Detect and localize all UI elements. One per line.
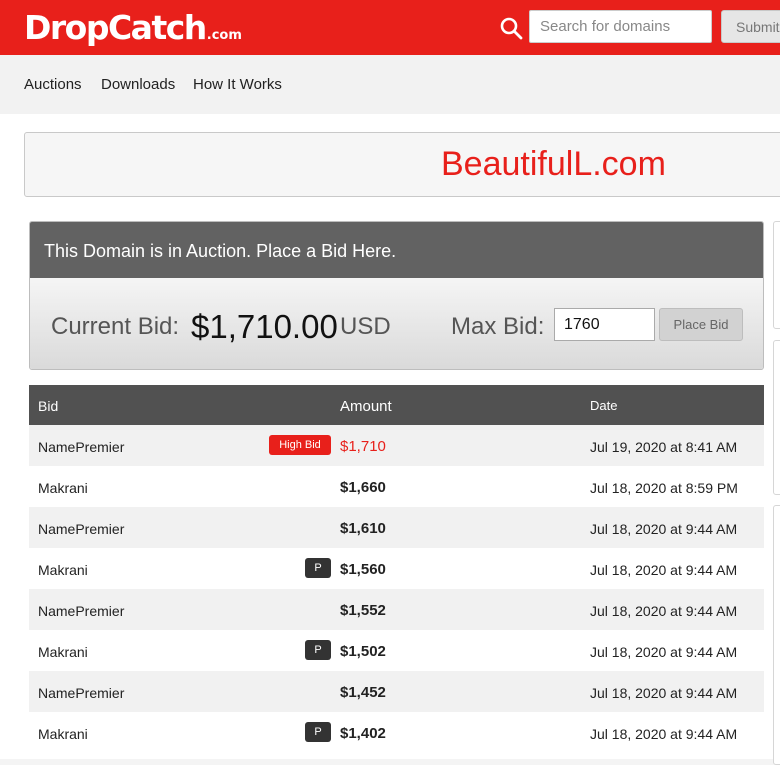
bidder-name: Makrani bbox=[38, 726, 88, 742]
proxy-bid-badge: P bbox=[305, 558, 331, 578]
bidder-name: Makrani bbox=[38, 480, 88, 496]
bid-date: Jul 18, 2020 at 9:44 AM bbox=[590, 726, 738, 742]
auction-header: This Domain is in Auction. Place a Bid H… bbox=[30, 222, 763, 278]
max-bid-input[interactable] bbox=[554, 308, 655, 341]
bid-date: Jul 18, 2020 at 9:44 AM bbox=[590, 644, 738, 660]
table-row: NamePremier High Bid $1,710 Jul 19, 2020 at… bbox=[29, 425, 764, 466]
bid-amount: $1,710 bbox=[340, 438, 386, 455]
dropcatch-logo[interactable]: DropCatch.com bbox=[24, 8, 242, 47]
search-submit-button[interactable]: Submit bbox=[721, 10, 780, 43]
table-header: Bid Amount Date bbox=[29, 385, 764, 425]
table-row: NamePremier $1,452 Jul 18, 2020 at 9:44 AM bbox=[29, 671, 764, 712]
bidder-name: Makrani bbox=[38, 562, 88, 578]
current-bid-label: Current Bid: bbox=[51, 313, 180, 340]
currency-label: USD bbox=[340, 313, 391, 340]
bidder-name: NamePremier bbox=[38, 685, 125, 701]
bid-amount: $1,402 bbox=[340, 725, 386, 742]
bid-amount: $1,452 bbox=[340, 684, 386, 701]
search-input[interactable] bbox=[529, 10, 712, 43]
main-nav: Auctions Downloads How It Works bbox=[0, 55, 780, 114]
domain-name: BeautifulL.com bbox=[441, 145, 666, 183]
sidebar-panel bbox=[773, 221, 780, 329]
nav-how-it-works-link[interactable]: How It Works bbox=[193, 76, 282, 93]
bid-amount: $1,660 bbox=[340, 479, 386, 496]
nav-auctions-link[interactable]: Auctions bbox=[24, 76, 82, 93]
proxy-bid-badge: P bbox=[305, 722, 331, 742]
bid-date: Jul 18, 2020 at 8:59 PM bbox=[590, 480, 738, 496]
column-header-bid[interactable]: Bid bbox=[38, 398, 58, 414]
bid-amount: $1,560 bbox=[340, 561, 386, 578]
bid-history-table: Bid Amount Date NamePremier High Bid $1,71… bbox=[29, 385, 764, 753]
bid-amount: $1,610 bbox=[340, 520, 386, 537]
top-header: DropCatch.com Submit bbox=[0, 0, 780, 55]
place-bid-button[interactable]: Place Bid bbox=[659, 308, 743, 341]
bid-date: Jul 19, 2020 at 8:41 AM bbox=[590, 439, 738, 455]
auction-bid-area: Current Bid: $1,710.00 USD Max Bid: Plac… bbox=[30, 278, 763, 369]
column-header-amount[interactable]: Amount bbox=[340, 398, 392, 415]
search-icon[interactable] bbox=[499, 16, 523, 40]
bid-date: Jul 18, 2020 at 9:44 AM bbox=[590, 562, 738, 578]
table-row: Makrani P $1,560 Jul 18, 2020 at 9:44 AM bbox=[29, 548, 764, 589]
bidder-name: Makrani bbox=[38, 644, 88, 660]
bidder-name: NamePremier bbox=[38, 521, 125, 537]
logo-suffix: .com bbox=[206, 28, 242, 43]
high-bid-badge: High Bid bbox=[269, 435, 331, 455]
sidebar-panel bbox=[773, 340, 780, 495]
column-header-date[interactable]: Date bbox=[590, 398, 617, 413]
bid-date: Jul 18, 2020 at 9:44 AM bbox=[590, 521, 738, 537]
sidebar-panel bbox=[773, 505, 780, 765]
table-body: NamePremier High Bid $1,710 Jul 19, 2020 at… bbox=[29, 425, 764, 753]
domain-banner bbox=[24, 132, 780, 197]
nav-downloads-link[interactable]: Downloads bbox=[101, 76, 175, 93]
table-row: Makrani P $1,402 Jul 18, 2020 at 9:44 AM bbox=[29, 712, 764, 753]
table-row: Makrani $1,660 Jul 18, 2020 at 8:59 PM bbox=[29, 466, 764, 507]
table-row: Makrani P $1,502 Jul 18, 2020 at 9:44 AM bbox=[29, 630, 764, 671]
current-bid-amount: $1,710.00 bbox=[191, 308, 338, 345]
bidder-name: NamePremier bbox=[38, 603, 125, 619]
logo-text: DropCatch bbox=[24, 8, 207, 47]
bidder-name: NamePremier bbox=[38, 439, 125, 455]
max-bid-label: Max Bid: bbox=[451, 313, 545, 340]
table-row: NamePremier $1,552 Jul 18, 2020 at 9:44 AM bbox=[29, 589, 764, 630]
bid-date: Jul 18, 2020 at 9:44 AM bbox=[590, 603, 738, 619]
bid-date: Jul 18, 2020 at 9:44 AM bbox=[590, 685, 738, 701]
proxy-bid-badge: P bbox=[305, 640, 331, 660]
bid-amount: $1,502 bbox=[340, 643, 386, 660]
auction-panel: This Domain is in Auction. Place a Bid H… bbox=[29, 221, 764, 370]
table-row: NamePremier $1,610 Jul 18, 2020 at 9:44 AM bbox=[29, 507, 764, 548]
bid-amount: $1,552 bbox=[340, 602, 386, 619]
